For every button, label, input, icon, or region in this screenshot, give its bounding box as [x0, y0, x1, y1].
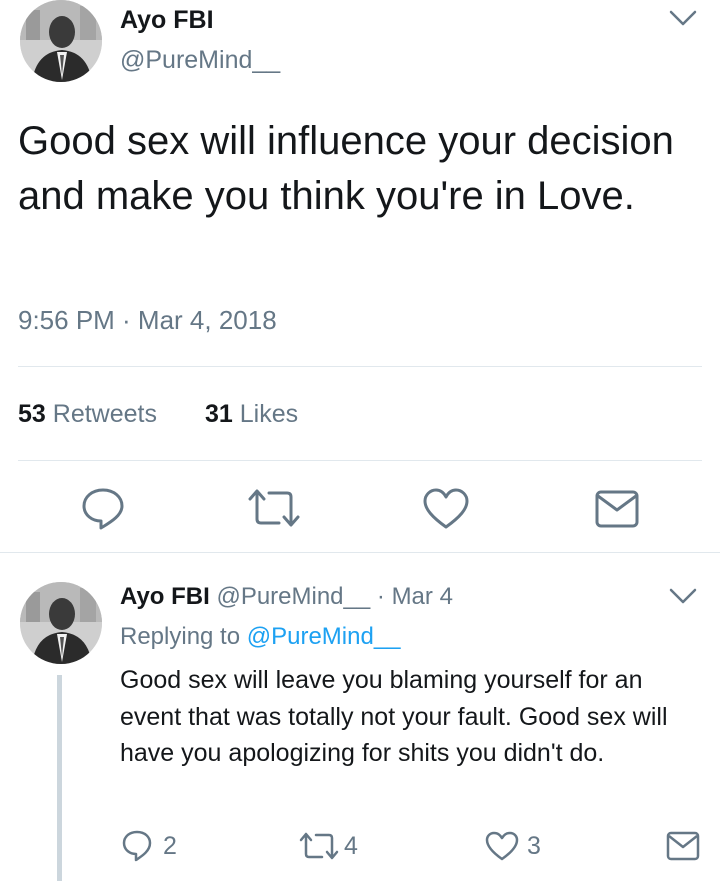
likes-stat[interactable]: 31 Likes — [205, 400, 298, 428]
tweet-timestamp: 9:56 PM · Mar 4, 2018 — [18, 305, 277, 335]
section-divider — [0, 552, 720, 553]
reply-reply-count: 2 — [163, 832, 177, 860]
retweets-label: Retweets — [52, 400, 157, 428]
reply-header: Ayo FBI @PureMind__ · Mar 4 — [120, 583, 453, 611]
replying-prefix: Replying to — [120, 623, 241, 650]
likes-count: 31 — [204, 400, 233, 428]
reply-retweet-icon[interactable] — [298, 831, 340, 861]
retweets-count: 53 — [18, 400, 46, 428]
tweet-stats: 53 Retweets 31 Likes — [18, 400, 298, 429]
likes-label: Likes — [239, 400, 299, 428]
reply-chevron-down-icon[interactable] — [668, 586, 698, 606]
reply-text: Good sex will leave you blaming yourself… — [120, 666, 668, 767]
replying-handle-link[interactable]: @PureMind__ — [247, 623, 401, 650]
retweets-stat[interactable]: 53 Retweets — [18, 400, 157, 428]
divider — [18, 460, 702, 461]
reply-retweet-count: 4 — [344, 832, 358, 860]
retweet-icon[interactable] — [246, 487, 302, 529]
reply-date: · Mar 4 — [376, 583, 453, 610]
reply-like-count: 3 — [527, 832, 541, 860]
author-handle[interactable]: @PureMind__ — [120, 46, 280, 75]
chevron-down-icon[interactable] — [668, 8, 698, 28]
reply-author-name[interactable]: Ayo FBI — [120, 583, 210, 610]
reply-author-avatar[interactable] — [20, 582, 102, 664]
divider — [18, 366, 702, 367]
tweet-text: Good sex will influence your decision an… — [18, 119, 674, 218]
like-icon[interactable] — [422, 487, 470, 531]
reply-author-handle[interactable]: @PureMind__ — [216, 583, 370, 610]
avatar-photo — [20, 582, 102, 664]
reply-reply-icon[interactable] — [121, 829, 153, 863]
thread-line — [57, 675, 62, 881]
avatar-photo — [20, 0, 102, 82]
reply-like-icon[interactable] — [484, 830, 520, 862]
author-avatar[interactable] — [20, 0, 102, 82]
reply-dm-icon[interactable] — [666, 831, 700, 861]
dm-icon[interactable] — [594, 489, 640, 529]
author-name[interactable]: Ayo FBI — [120, 6, 214, 35]
replying-to: Replying to @PureMind__ — [120, 623, 401, 651]
reply-icon[interactable] — [80, 485, 126, 531]
